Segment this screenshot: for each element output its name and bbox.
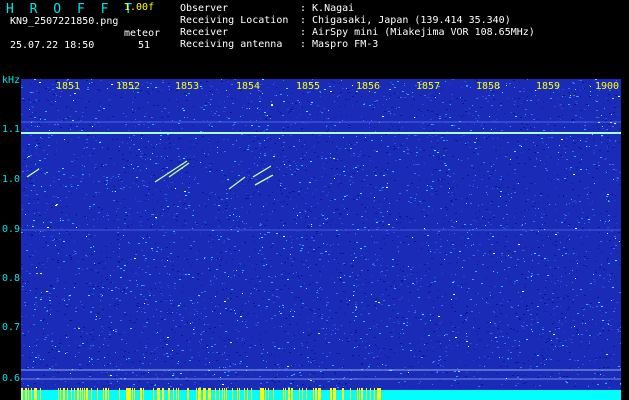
x-tick-label: 1853	[175, 81, 200, 92]
y-tick-label: 0.7	[2, 322, 21, 333]
datetime-label: 25.07.22 18:50	[10, 40, 95, 51]
spectrogram-plot	[21, 79, 621, 400]
y-tick-label: 1.1	[2, 124, 21, 135]
y-tick-label: 0.6	[2, 373, 21, 384]
x-tick-label: 1859	[536, 81, 561, 92]
antenna-value: : Maspro FM-3	[300, 39, 379, 50]
receiver-value: : AirSpy mini (Miakejima VOR 108.65MHz)	[300, 27, 535, 38]
filename-label: KN9_2507221850.png	[10, 16, 119, 27]
observer-value: : K.Nagai	[300, 3, 355, 14]
y-tick-label: 0.8	[2, 273, 21, 284]
meteor-label: meteor	[124, 28, 161, 39]
y-axis-unit: kHz	[2, 75, 21, 86]
app-title: H R O F F T	[6, 2, 137, 17]
x-tick-label: 1858	[476, 81, 501, 92]
location-label: Receiving Location	[180, 15, 289, 26]
y-tick-label: 1.0	[2, 174, 21, 185]
location-value: : Chigasaki, Japan (139.414 35.340)	[300, 15, 511, 26]
antenna-label: Receiving antenna	[180, 39, 283, 50]
x-tick-label: 1851	[56, 81, 81, 92]
receiver-label: Receiver	[180, 27, 229, 38]
y-tick-label: 0.9	[2, 224, 21, 235]
x-tick-label: 1854	[236, 81, 261, 92]
spectrogram-canvas	[21, 79, 621, 400]
x-tick-label: 1857	[416, 81, 441, 92]
x-tick-label: 1852	[116, 81, 141, 92]
x-tick-label: 1900	[595, 81, 620, 92]
x-tick-label: 1856	[356, 81, 381, 92]
hrofft-window: H R O F F T 1.00f KN9_2507221850.png 25.…	[0, 0, 629, 400]
x-tick-label: 1855	[296, 81, 321, 92]
observer-label: Observer	[180, 3, 229, 14]
version-label: 1.00f	[124, 2, 155, 13]
meteor-count: 51	[138, 40, 151, 51]
